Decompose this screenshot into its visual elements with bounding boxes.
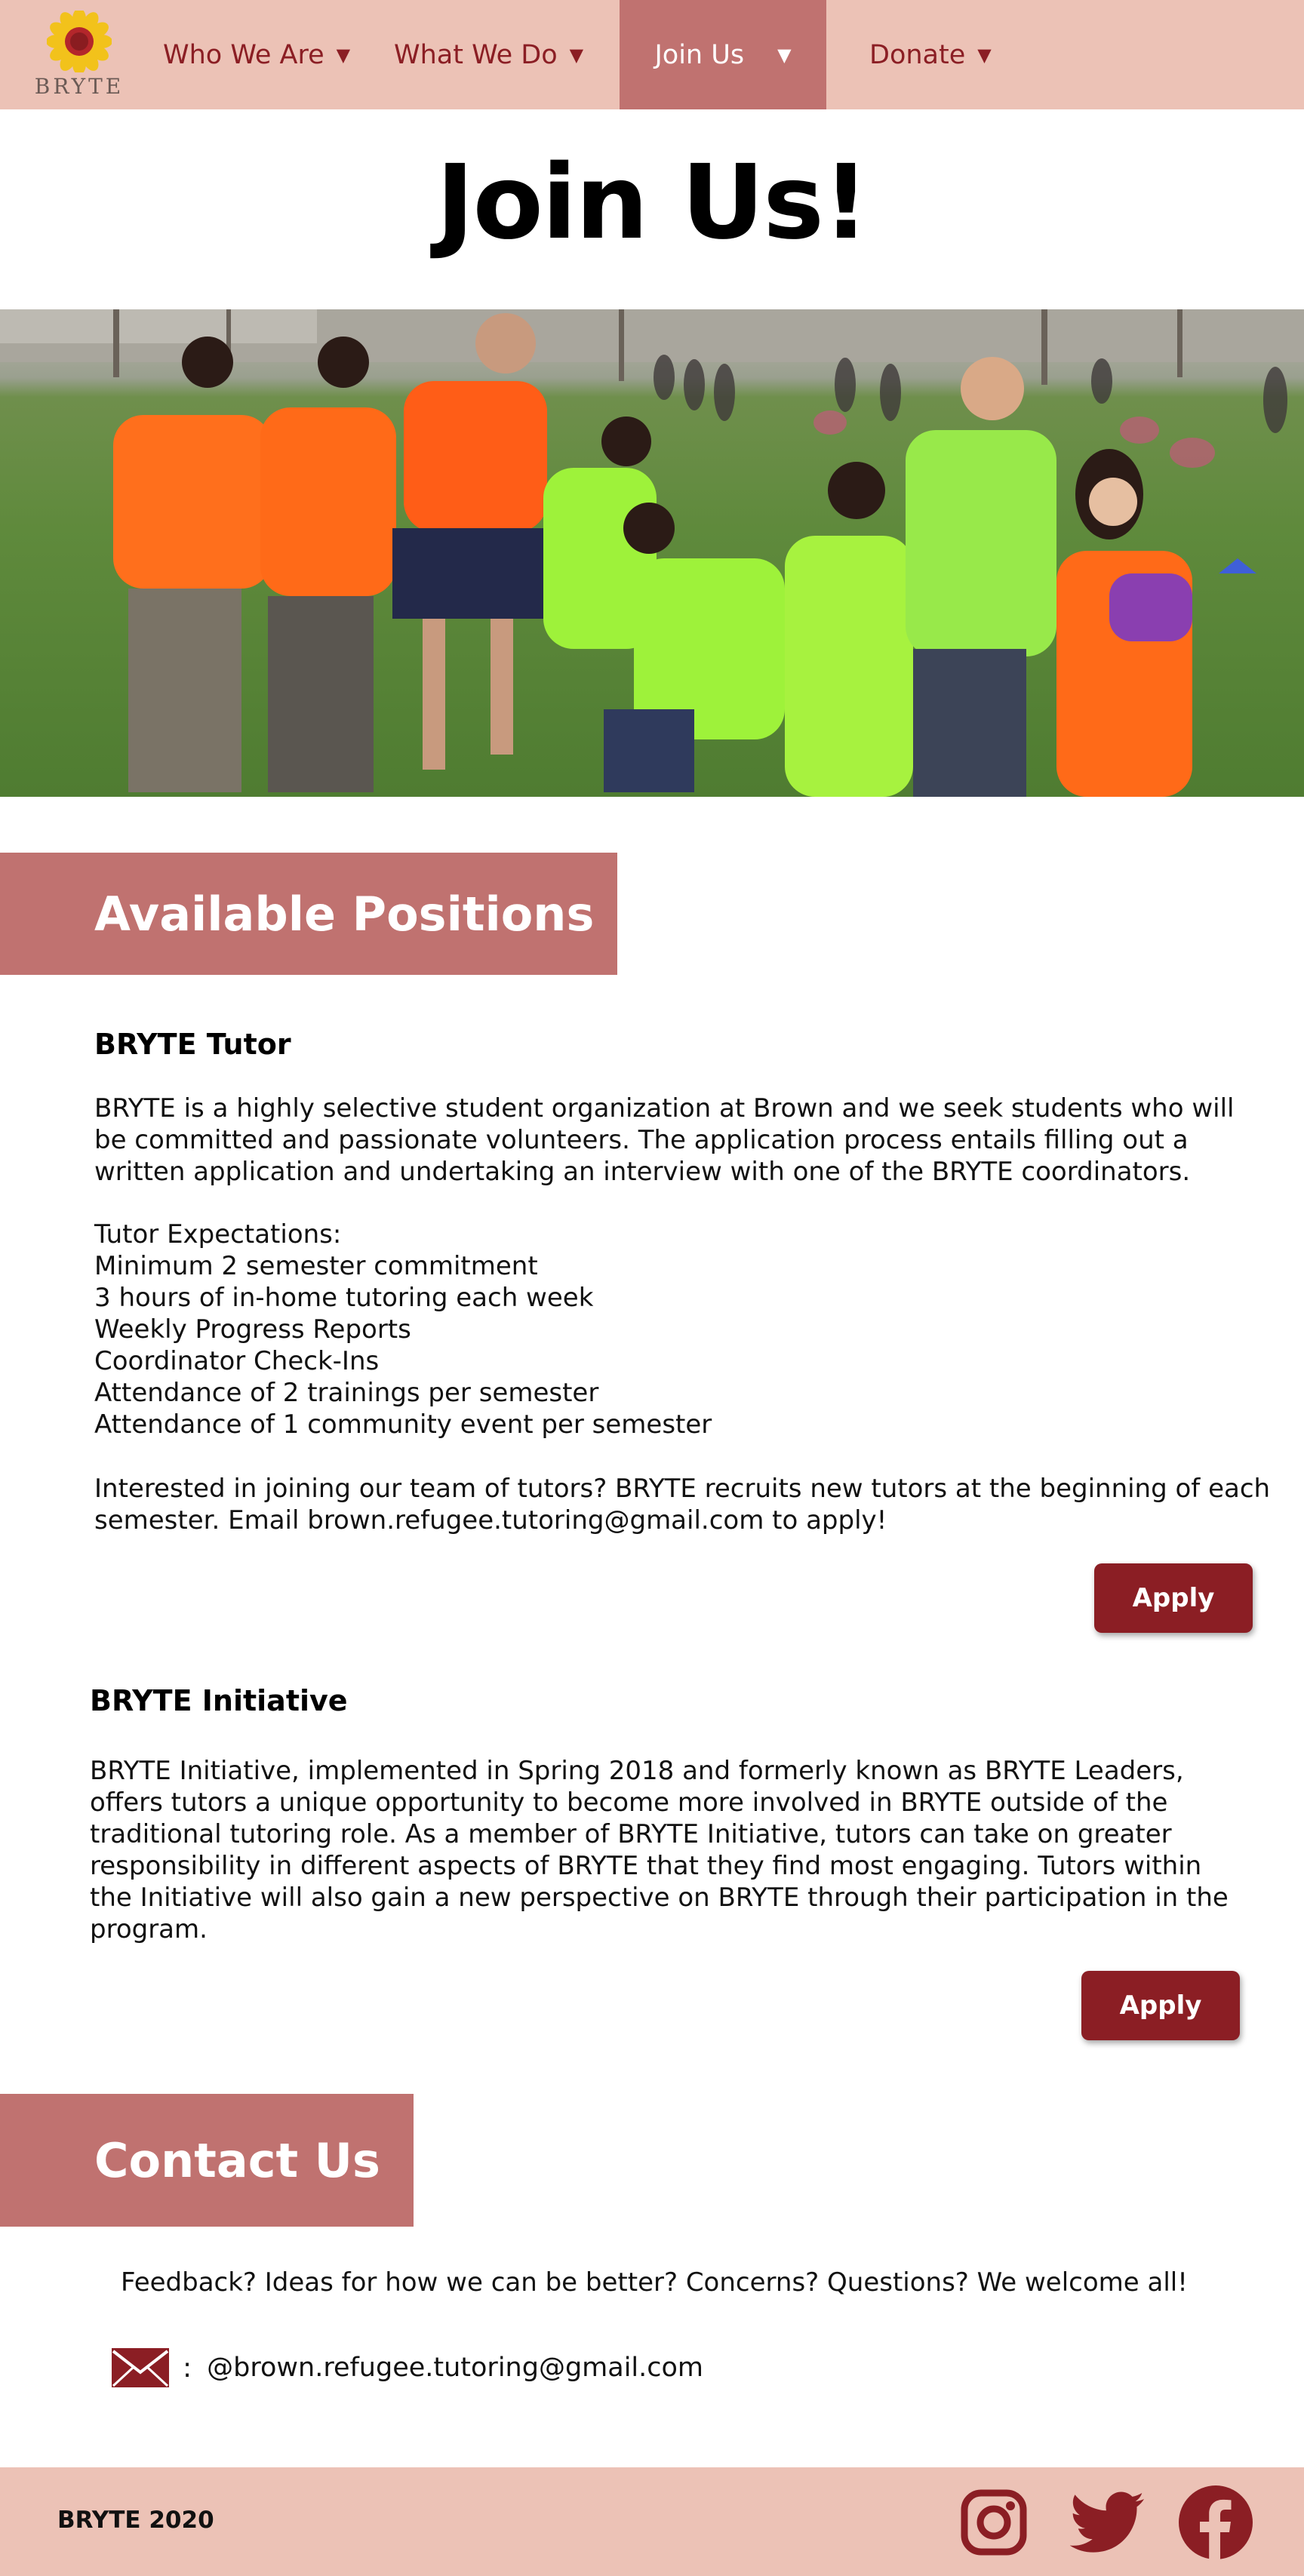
- hero-photo: [0, 309, 1304, 797]
- top-navigation: BRYTE Who We Are ▼ What We Do ▼ Join Us …: [0, 0, 1304, 109]
- bryte-logo[interactable]: BRYTE: [30, 11, 128, 100]
- contact-message: Feedback? Ideas for how we can be better…: [121, 2267, 1188, 2298]
- contact-email[interactable]: @brown.refugee.tutoring@gmail.com: [207, 2353, 703, 2383]
- chevron-down-icon: ▼: [777, 44, 792, 66]
- nav-donate[interactable]: Donate ▼: [869, 0, 992, 109]
- list-item: Attendance of 2 trainings per semester: [94, 1378, 599, 1408]
- list-item: 3 hours of in-home tutoring each week: [94, 1283, 594, 1313]
- position-description-initiative: BRYTE Initiative, implemented in Spring …: [90, 1756, 1229, 1944]
- chevron-down-icon: ▼: [977, 44, 992, 66]
- nav-who-we-are[interactable]: Who We Are ▼: [163, 0, 350, 109]
- apply-button-tutor[interactable]: Apply: [1094, 1563, 1253, 1633]
- section-title: Available Positions: [94, 886, 595, 942]
- chevron-down-icon: ▼: [336, 44, 351, 66]
- section-title: Contact Us: [94, 2132, 380, 2188]
- list-item: Weekly Progress Reports: [94, 1314, 411, 1345]
- list-item: Coordinator Check-Ins: [94, 1346, 380, 1376]
- nav-donate-label: Donate: [869, 39, 966, 70]
- position-description-tutor: BRYTE is a highly selective student orga…: [94, 1093, 1235, 1187]
- twitter-icon[interactable]: [1070, 2491, 1146, 2556]
- chevron-down-icon: ▼: [569, 44, 584, 66]
- copyright: BRYTE 2020: [57, 2507, 214, 2534]
- position-title-initiative: BRYTE Initiative: [90, 1684, 348, 1717]
- logo-text: BRYTE: [34, 74, 125, 99]
- contact-email-row: : @brown.refugee.tutoring@gmail.com: [110, 2345, 703, 2390]
- position-title-tutor: BRYTE Tutor: [94, 1028, 291, 1061]
- expectations-heading: Tutor Expectations:: [94, 1219, 342, 1250]
- tutor-expectations: Tutor Expectations: Minimum 2 semester c…: [94, 1219, 712, 1440]
- envelope-icon: [112, 2348, 169, 2387]
- separator: :: [183, 2352, 192, 2384]
- footer: BRYTE 2020: [0, 2467, 1304, 2576]
- page-title: Join Us!: [435, 143, 869, 263]
- contact-us-header: Contact Us: [0, 2094, 414, 2227]
- list-item: Minimum 2 semester commitment: [94, 1251, 538, 1281]
- nav-join-us[interactable]: Join Us ▼: [620, 0, 826, 109]
- sunflower-logo-icon: [47, 11, 112, 72]
- apply-button-initiative[interactable]: Apply: [1081, 1971, 1240, 2040]
- instagram-icon[interactable]: [960, 2488, 1028, 2556]
- nav-what-we-do-label: What We Do: [394, 39, 558, 70]
- nav-who-we-are-label: Who We Are: [163, 39, 324, 70]
- list-item: Attendance of 1 community event per seme…: [94, 1409, 712, 1440]
- nav-join-us-label: Join Us: [654, 39, 745, 70]
- available-positions-header: Available Positions: [0, 853, 617, 975]
- facebook-icon[interactable]: [1179, 2485, 1253, 2559]
- position-closing-tutor: Interested in joining our team of tutors…: [94, 1474, 1271, 1535]
- nav-what-we-do[interactable]: What We Do ▼: [394, 0, 583, 109]
- group-photo-illustration: [0, 309, 1304, 797]
